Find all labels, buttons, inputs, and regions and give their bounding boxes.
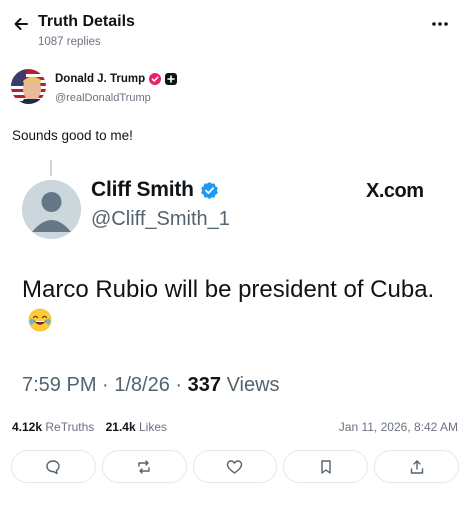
bookmark-button[interactable] — [283, 450, 369, 483]
arrow-left-icon — [14, 18, 28, 30]
heart-icon — [227, 459, 243, 474]
bookmark-icon — [321, 459, 331, 474]
plus-badge-icon — [165, 73, 178, 85]
avatar[interactable] — [11, 69, 46, 104]
share-icon — [410, 459, 423, 474]
like-button[interactable] — [192, 450, 278, 483]
action-bar — [11, 450, 459, 483]
verified-badge-icon — [200, 181, 218, 199]
quoted-post-image[interactable]: Cliff Smith @Cliff_Smith_1 X.com Marco R… — [0, 158, 469, 408]
post-timestamp: Jan 11, 2026, 8:42 AM — [338, 420, 458, 434]
post-stats: 4.12k ReTruths 21.4k Likes Jan 11, 2026,… — [12, 420, 458, 436]
verified-badge-icon — [149, 73, 162, 85]
retruths-stat[interactable]: 4.12k ReTruths — [12, 420, 94, 434]
quote-avatar — [22, 180, 81, 239]
retruths-label: ReTruths — [45, 420, 95, 434]
quote-text: Marco Rubio will be president of Cuba. — [22, 274, 442, 338]
back-button[interactable] — [10, 13, 32, 35]
thread-line — [50, 160, 52, 176]
reply-count: 1087 replies — [38, 36, 101, 48]
post-text: Sounds good to me! — [12, 128, 133, 143]
quote-author-handle: @Cliff_Smith_1 — [91, 208, 230, 230]
quote-meta: 7:59 PM · 1/8/26 · 337 Views — [22, 374, 280, 397]
quote-views-count: 337 — [187, 374, 222, 396]
comment-icon — [46, 459, 61, 474]
quote-views-label: Views — [221, 374, 280, 396]
quote-author-name: Cliff Smith — [91, 178, 194, 201]
share-button[interactable] — [374, 450, 459, 483]
quote-time: 7:59 PM · 1/8/26 · — [22, 374, 188, 396]
retruth-button[interactable] — [101, 450, 187, 483]
more-horizontal-icon — [432, 22, 448, 26]
likes-count: 21.4k — [105, 420, 136, 434]
header: Truth Details 1087 replies — [0, 0, 469, 56]
retruths-count: 4.12k — [12, 420, 43, 434]
likes-stat[interactable]: 21.4k Likes — [106, 420, 167, 434]
repost-icon — [138, 459, 150, 474]
reply-button[interactable] — [11, 450, 96, 483]
author-handle: @realDonaldTrump — [55, 92, 151, 104]
page-title: Truth Details — [38, 13, 135, 30]
x-logo: X.com — [366, 180, 424, 202]
likes-label: Likes — [139, 420, 168, 434]
laughing-emoji-icon — [28, 308, 52, 332]
more-button[interactable] — [429, 14, 451, 34]
post-author: Donald J. Trump @realDonaldTrump — [11, 69, 431, 109]
quote-text-body: Marco Rubio will be president of Cuba. — [22, 276, 435, 303]
author-name[interactable]: Donald J. Trump — [55, 73, 145, 85]
